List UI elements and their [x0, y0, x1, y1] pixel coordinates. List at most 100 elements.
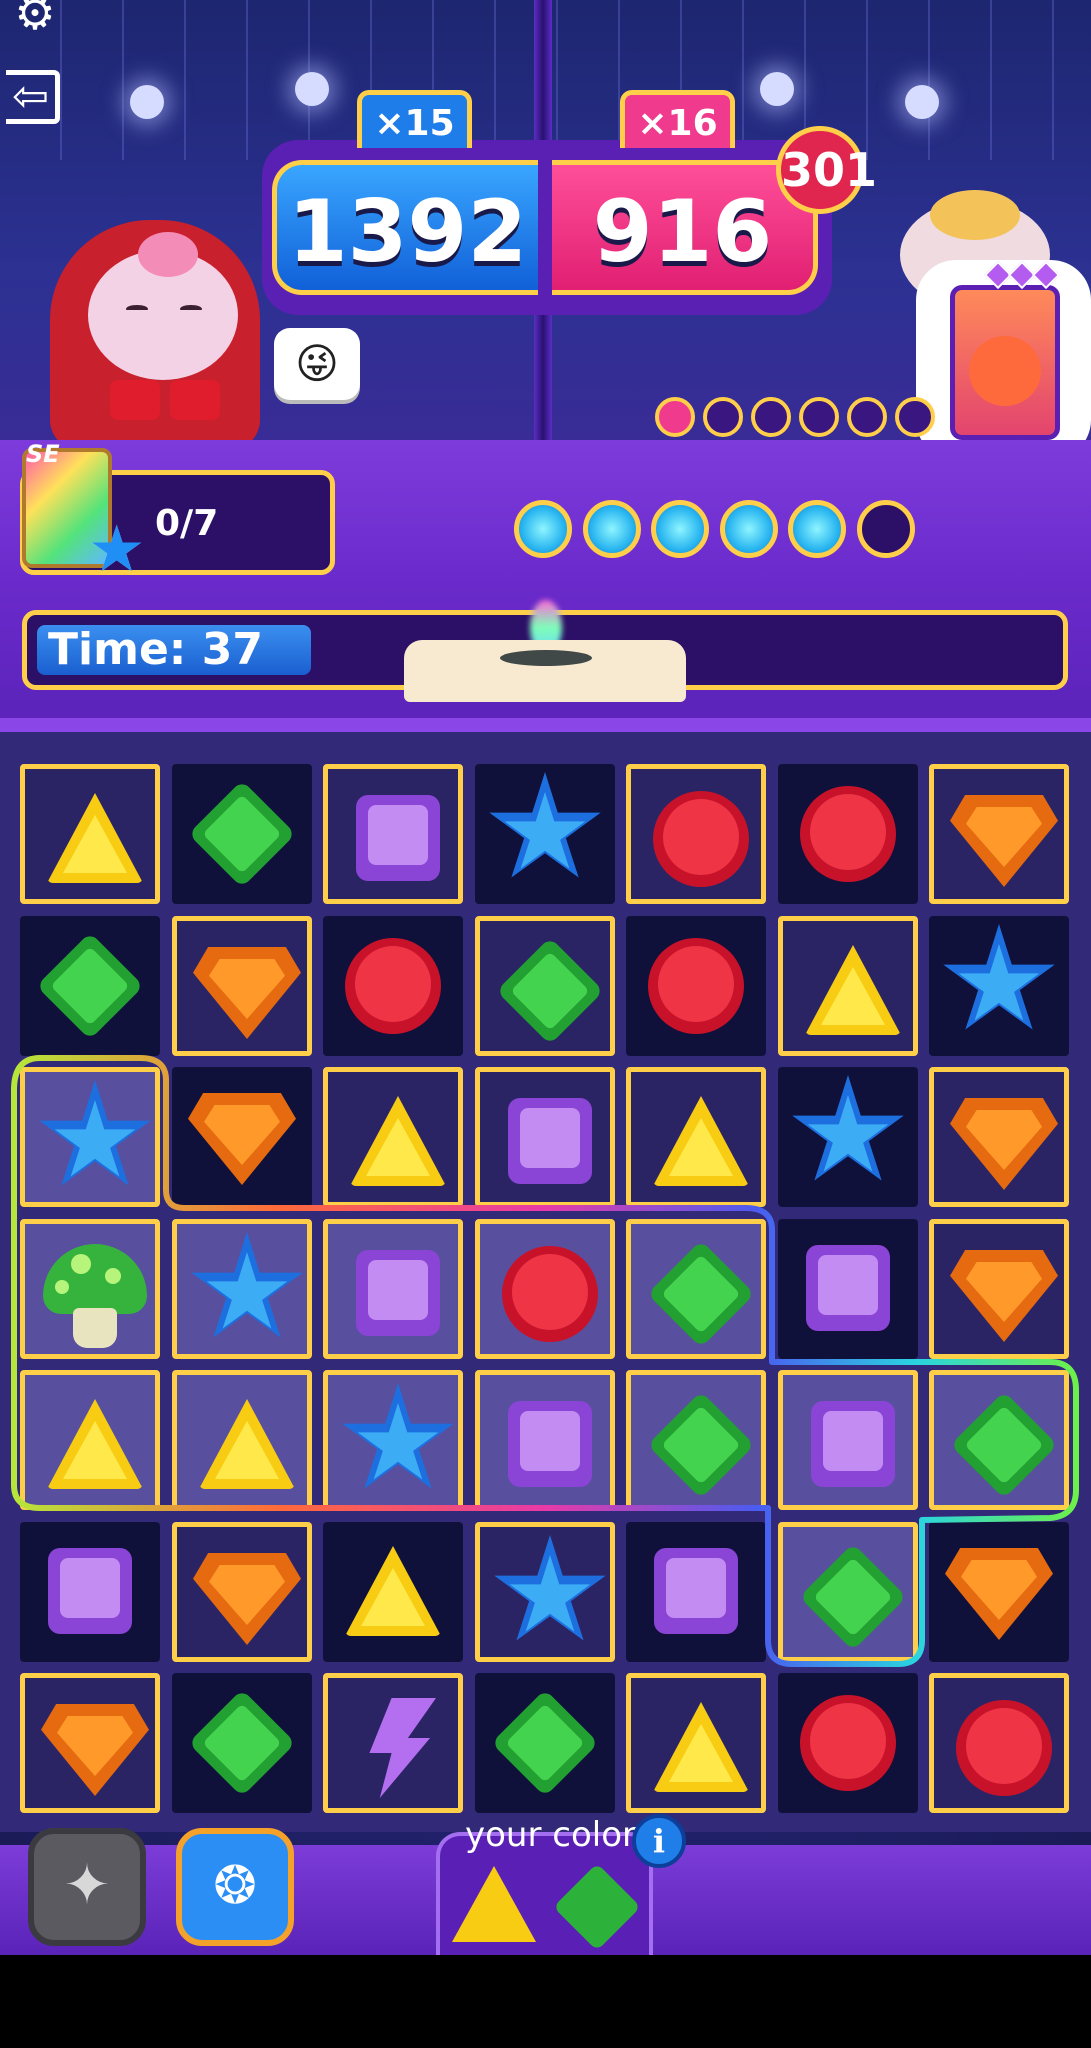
pedestal-plate: [500, 650, 592, 666]
board-cell-circle[interactable]: [778, 1673, 918, 1813]
opponent-character-card[interactable]: [950, 285, 1060, 440]
board-cell-circle[interactable]: [323, 916, 463, 1056]
board-cell-diamond[interactable]: [626, 1219, 766, 1359]
spotlight: [905, 85, 939, 119]
board-cell-shield[interactable]: [929, 1067, 1069, 1207]
board-cell-shield[interactable]: [172, 1067, 312, 1207]
star-gem-icon: [177, 1224, 317, 1364]
board-cell-circle[interactable]: [778, 764, 918, 904]
board-cell-square[interactable]: [20, 1522, 160, 1662]
avatar-hair: [138, 232, 198, 277]
round-light: [651, 500, 709, 558]
board-cell-shield[interactable]: [172, 916, 312, 1056]
opponent-hair: [930, 190, 1020, 240]
circle-gem-icon: [956, 1700, 1052, 1796]
opponent-pip: [847, 397, 887, 437]
star-gem-icon: [778, 1067, 918, 1207]
avatar-face: [88, 232, 238, 380]
triangle-gem-icon: [345, 1546, 441, 1636]
board-cell-triangle[interactable]: [172, 1370, 312, 1510]
board-cell-triangle[interactable]: [20, 764, 160, 904]
board-cell-star[interactable]: [778, 1067, 918, 1207]
opponent-pip: [703, 397, 743, 437]
square-gem-icon: [356, 1250, 440, 1336]
star-gem-icon: [480, 1527, 620, 1667]
opponent-pip: [895, 397, 935, 437]
board-cell-diamond[interactable]: [778, 1522, 918, 1662]
board-cell-shield[interactable]: [172, 1522, 312, 1662]
board-cell-triangle[interactable]: [20, 1370, 160, 1510]
board-cell-square[interactable]: [778, 1370, 918, 1510]
round-light: [514, 500, 572, 558]
board-divider: [0, 718, 1091, 732]
board-cell-triangle[interactable]: [626, 1067, 766, 1207]
board-cell-star[interactable]: [475, 764, 615, 904]
board-cell-circle[interactable]: [475, 1219, 615, 1359]
board-cell-triangle[interactable]: [323, 1522, 463, 1662]
board-cell-square[interactable]: [323, 764, 463, 904]
shield-gem-icon: [934, 1072, 1074, 1212]
board-cell-diamond[interactable]: [172, 764, 312, 904]
board-cell-mushroom[interactable]: [20, 1219, 160, 1359]
board-cell-square[interactable]: [323, 1219, 463, 1359]
game-screen: ⚙ ⇦ ×15 ×16 1392 916 301 😜 0/7 SE ★ Time…: [0, 0, 1091, 1955]
board-cell-triangle[interactable]: [626, 1673, 766, 1813]
circle-gem-icon: [653, 791, 749, 887]
mushroom-gem-icon: [25, 1224, 165, 1364]
diamond-gem-icon: [188, 1689, 296, 1797]
board-cell-square[interactable]: [475, 1067, 615, 1207]
board-cell-circle[interactable]: [929, 1673, 1069, 1813]
circle-gem-icon: [502, 1246, 598, 1342]
star-gem-icon: [929, 916, 1069, 1056]
round-light: [719, 500, 778, 558]
shield-gem-icon: [177, 921, 317, 1061]
board-cell-square[interactable]: [626, 1522, 766, 1662]
diamond-gem-icon: [647, 1391, 755, 1499]
emote-wink-face-icon[interactable]: 😜: [274, 328, 360, 400]
board-cell-star[interactable]: [20, 1067, 160, 1207]
board-cell-diamond[interactable]: [929, 1370, 1069, 1510]
avatar-bow: [170, 380, 220, 420]
board-cell-diamond[interactable]: [475, 1673, 615, 1813]
shield-gem-icon: [934, 769, 1074, 909]
round-light: [788, 500, 846, 558]
exit-door-icon[interactable]: ⇦: [6, 70, 60, 124]
info-icon[interactable]: i: [632, 1814, 686, 1868]
board-cell-square[interactable]: [475, 1370, 615, 1510]
circle-gem-icon: [345, 938, 441, 1034]
opponent-pip: [655, 397, 695, 437]
board-cell-star[interactable]: [929, 916, 1069, 1056]
triangle-gem-icon: [653, 1096, 749, 1186]
board-cell-star[interactable]: [172, 1219, 312, 1359]
board-cell-circle[interactable]: [626, 764, 766, 904]
board-cell-diamond[interactable]: [475, 916, 615, 1056]
settings-gear-icon[interactable]: ⚙: [0, 0, 70, 48]
triangle-gem-icon: [47, 793, 143, 883]
board-cell-star[interactable]: [475, 1522, 615, 1662]
triangle-gem-icon: [805, 945, 901, 1035]
board-cell-shield[interactable]: [20, 1673, 160, 1813]
octopus-character-icon: [969, 336, 1041, 406]
board-cell-diamond[interactable]: [626, 1370, 766, 1510]
board-cell-diamond[interactable]: [20, 916, 160, 1056]
spotlight: [760, 72, 794, 106]
scarab-beetle-icon[interactable]: ❂: [176, 1828, 294, 1946]
board-cell-bolt[interactable]: [323, 1673, 463, 1813]
board-cell-shield[interactable]: [929, 1219, 1069, 1359]
board-cell-diamond[interactable]: [172, 1673, 312, 1813]
board-cell-shield[interactable]: [929, 1522, 1069, 1662]
shield-gem-icon: [934, 1224, 1074, 1364]
board-cell-star[interactable]: [323, 1370, 463, 1510]
square-gem-icon: [508, 1401, 592, 1487]
sparkle-stars-icon[interactable]: ✦: [28, 1828, 146, 1946]
square-gem-icon: [48, 1548, 132, 1634]
avatar-eye: [180, 305, 202, 313]
board-cell-triangle[interactable]: [778, 916, 918, 1056]
star-gem-icon: [25, 1072, 165, 1212]
board-cell-square[interactable]: [778, 1219, 918, 1359]
board-cell-shield[interactable]: [929, 764, 1069, 904]
diamond-gem-icon: [647, 1240, 755, 1348]
board-cell-circle[interactable]: [626, 916, 766, 1056]
player-avatar: [50, 190, 270, 450]
board-cell-triangle[interactable]: [323, 1067, 463, 1207]
